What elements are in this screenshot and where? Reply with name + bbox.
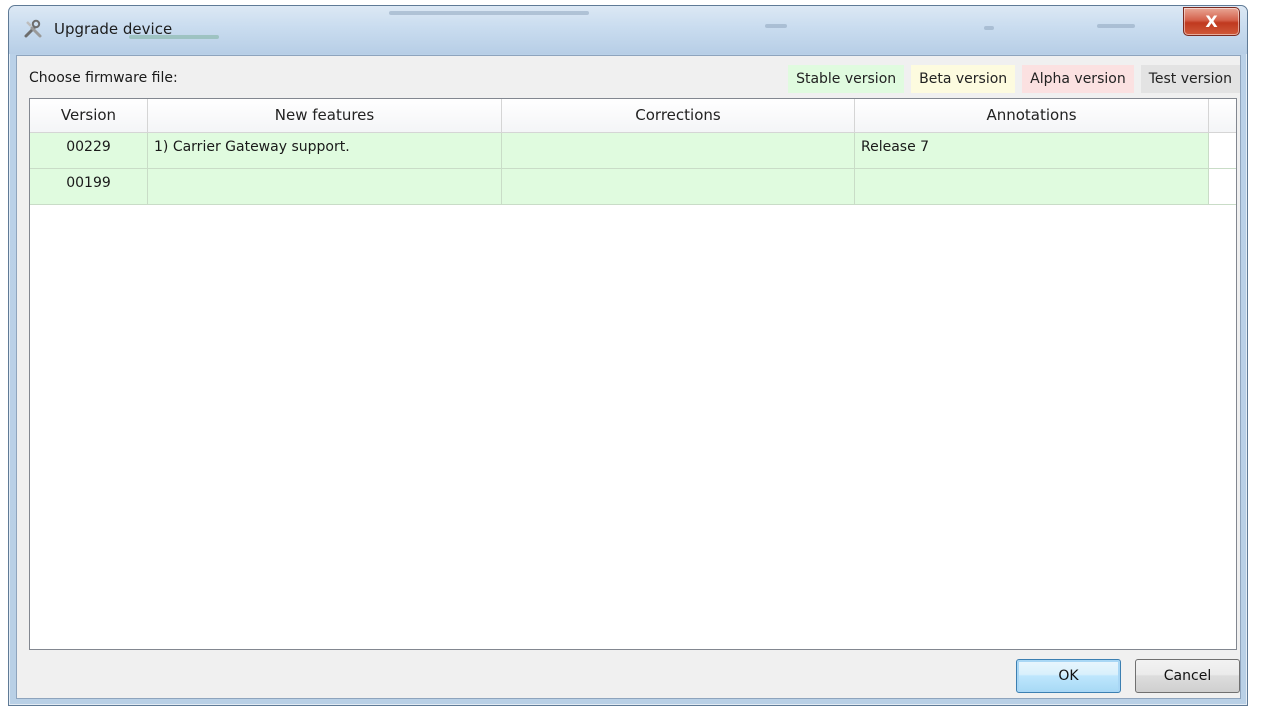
close-button[interactable]: X [1183,7,1240,36]
column-header-annotations[interactable]: Annotations [855,99,1209,132]
cell-filler [1209,133,1236,168]
cell-new-features [148,169,502,204]
legend-alpha: Alpha version [1022,65,1134,93]
table-row[interactable]: 00229 1) Carrier Gateway support. Releas… [30,133,1236,169]
ok-button[interactable]: OK [1016,659,1121,693]
choose-firmware-label: Choose firmware file: [29,70,178,86]
cell-corrections [502,133,855,168]
dialog-client-area: Choose firmware file: Stable version Bet… [16,55,1241,699]
table-header: Version New features Corrections Annotat… [30,99,1236,133]
cell-filler [1209,169,1236,204]
cell-version: 00199 [30,169,148,204]
dialog-window: Upgrade device X Choose firmware file: S… [8,5,1248,706]
tools-icon [23,19,43,39]
column-header-corrections[interactable]: Corrections [502,99,855,132]
version-legend: Stable version Beta version Alpha versio… [788,65,1240,93]
cell-annotations: Release 7 [855,133,1209,168]
firmware-table[interactable]: Version New features Corrections Annotat… [29,98,1237,650]
close-icon: X [1205,12,1218,31]
cell-corrections [502,169,855,204]
cell-new-features: 1) Carrier Gateway support. [148,133,502,168]
column-header-version[interactable]: Version [30,99,148,132]
column-header-new-features[interactable]: New features [148,99,502,132]
cell-annotations [855,169,1209,204]
legend-beta: Beta version [911,65,1016,93]
table-row[interactable]: 00199 [30,169,1236,205]
cancel-button[interactable]: Cancel [1135,659,1240,693]
title-bar[interactable]: Upgrade device X [9,6,1247,54]
window-title: Upgrade device [54,20,173,38]
cell-version: 00229 [30,133,148,168]
column-header-filler [1209,99,1236,132]
legend-stable: Stable version [788,65,905,93]
legend-test: Test version [1140,65,1240,93]
